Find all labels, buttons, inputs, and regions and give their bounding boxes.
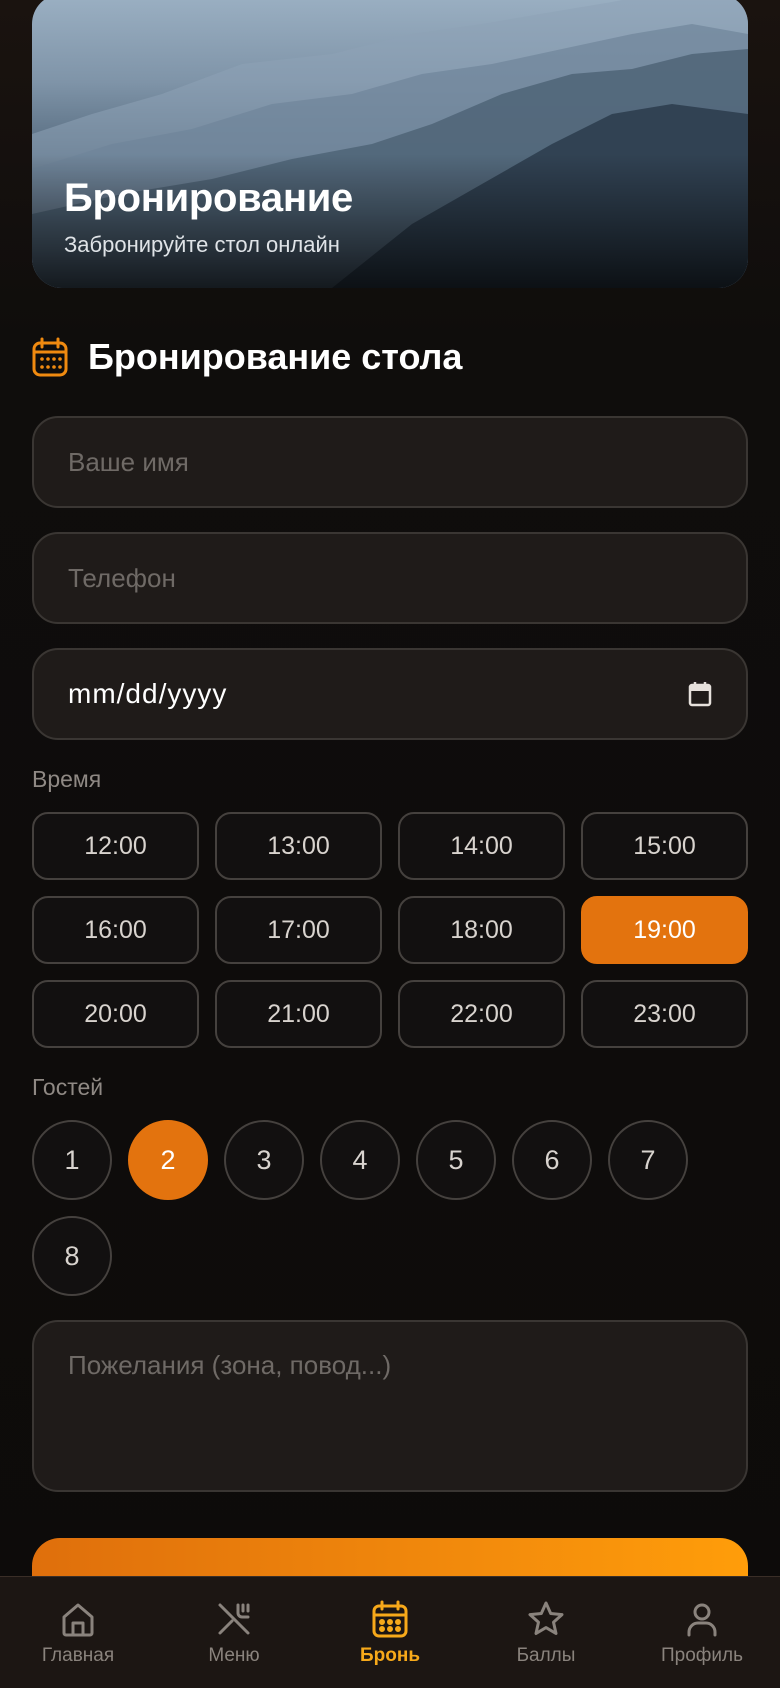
time-slot-grid: 12:00 13:00 14:00 15:00 16:00 17:00 18:0… bbox=[32, 812, 748, 1048]
user-icon bbox=[687, 1603, 717, 1637]
guest-count-selector: 1 2 3 4 5 6 7 8 bbox=[32, 1120, 748, 1296]
time-slot-button[interactable]: 17:00 bbox=[215, 896, 382, 964]
guests-label: Гостей bbox=[32, 1074, 104, 1100]
nav-item-points[interactable]: Баллы bbox=[471, 1599, 621, 1667]
nav-item-home[interactable]: Главная bbox=[3, 1599, 153, 1667]
guest-count-button[interactable]: 1 bbox=[32, 1120, 112, 1200]
section-title: Бронирование стола bbox=[88, 336, 463, 377]
home-icon bbox=[62, 1603, 94, 1637]
time-slot-button[interactable]: 12:00 bbox=[32, 812, 199, 880]
nav-item-profile[interactable]: Профиль bbox=[627, 1599, 777, 1667]
time-slot-button[interactable]: 16:00 bbox=[32, 896, 199, 964]
nav-label: Профиль bbox=[660, 1645, 744, 1666]
nav-label: Меню bbox=[208, 1645, 260, 1666]
hero-banner: Бронирование Забронируйте стол онлайн bbox=[32, 0, 748, 288]
time-slot-button[interactable]: 15:00 bbox=[581, 812, 748, 880]
name-input[interactable] bbox=[68, 446, 712, 478]
guest-count-button[interactable]: 4 bbox=[320, 1120, 400, 1200]
guest-count-button[interactable]: 7 bbox=[608, 1120, 688, 1200]
star-icon bbox=[528, 1601, 564, 1635]
name-field[interactable] bbox=[32, 416, 748, 508]
guest-count-button[interactable]: 5 bbox=[416, 1120, 496, 1200]
hero-subtitle: Забронируйте стол онлайн bbox=[64, 232, 340, 257]
nav-item-menu[interactable]: Меню bbox=[159, 1599, 309, 1667]
nav-label: Баллы bbox=[516, 1645, 576, 1666]
nav-label: Бронь bbox=[359, 1645, 421, 1666]
phone-field[interactable] bbox=[32, 532, 748, 624]
time-slot-button[interactable]: 13:00 bbox=[215, 812, 382, 880]
time-slot-button[interactable]: 14:00 bbox=[398, 812, 565, 880]
calendar-icon bbox=[32, 337, 68, 377]
nav-label: Главная bbox=[41, 1645, 115, 1666]
booking-page: Бронирование Забронируйте стол онлайн Бр… bbox=[0, 0, 780, 1688]
time-slot-button[interactable]: 19:00 bbox=[581, 896, 748, 964]
date-field[interactable]: mm/dd/yyyy bbox=[32, 648, 748, 740]
time-slot-button[interactable]: 22:00 bbox=[398, 980, 565, 1048]
time-slot-button[interactable]: 20:00 bbox=[32, 980, 199, 1048]
time-slot-button[interactable]: 23:00 bbox=[581, 980, 748, 1048]
utensils-icon bbox=[218, 1603, 250, 1635]
time-label: Время bbox=[32, 766, 102, 792]
booking-section-header: Бронирование стола bbox=[32, 334, 462, 380]
guest-count-button[interactable]: 6 bbox=[512, 1120, 592, 1200]
bottom-navigation: Главная Меню Бронь Баллы Профиль bbox=[0, 1576, 780, 1688]
wishes-textarea[interactable]: Пожелания (зона, повод...) bbox=[32, 1320, 748, 1492]
phone-input[interactable] bbox=[68, 562, 712, 594]
calendar-icon bbox=[372, 1600, 408, 1638]
guest-count-button[interactable]: 3 bbox=[224, 1120, 304, 1200]
time-slot-button[interactable]: 18:00 bbox=[398, 896, 565, 964]
nav-item-booking[interactable]: Бронь bbox=[315, 1599, 465, 1667]
calendar-picker-icon[interactable] bbox=[688, 681, 712, 707]
date-input-value[interactable]: mm/dd/yyyy bbox=[68, 678, 227, 710]
hero-title: Бронирование bbox=[64, 176, 353, 220]
time-slot-button[interactable]: 21:00 bbox=[215, 980, 382, 1048]
guest-count-button[interactable]: 2 bbox=[128, 1120, 208, 1200]
guest-count-button[interactable]: 8 bbox=[32, 1216, 112, 1296]
